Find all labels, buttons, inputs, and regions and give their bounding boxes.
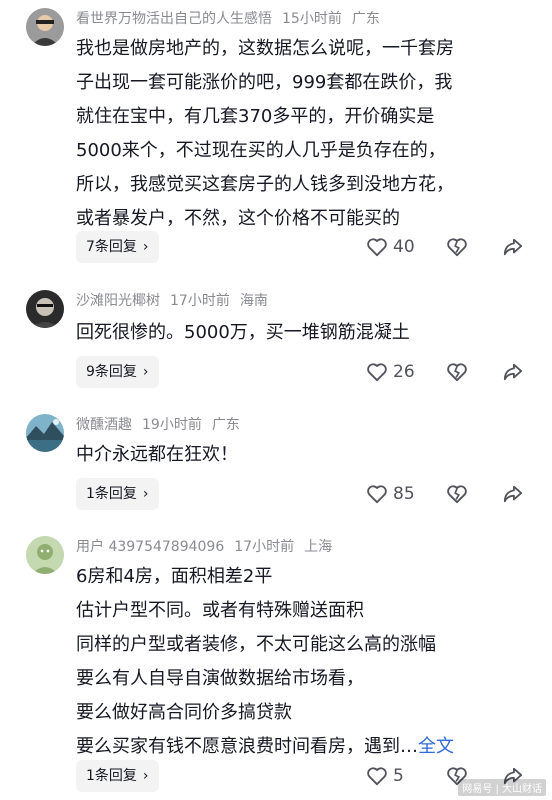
username[interactable]: 用户 4397547894096 <box>76 539 224 555</box>
comment-text: 回死很惨的。5000万，买一堆钢筋混凝土 <box>76 316 536 350</box>
comment-meta: 沙滩阳光椰树 17小时前 海南 <box>76 292 278 310</box>
replies-label: 9条回复 <box>86 364 137 380</box>
comment-line: 所以，我感觉买这套房子的人钱多到没地方花， <box>76 174 454 195</box>
chevron-right-icon: › <box>142 239 149 255</box>
comment-item: 用户 4397547894096 17小时前 上海 6房和4房，面积相差2平 估计户… <box>0 532 552 800</box>
heart-icon <box>367 238 387 257</box>
comment-line: 要么做好高合同价多搞贷款 <box>76 702 292 723</box>
comment-truncated-text: 要么买家有钱不愿意浪费时间看房，遇到… <box>76 736 418 757</box>
like-button[interactable]: 40 <box>366 231 415 263</box>
comment-line: 中介永远都在狂欢！ <box>76 444 238 465</box>
comment-item: 微醺酒趣 19小时前 广东 中介永远都在狂欢！ 1条回复 › 85 <box>0 406 552 532</box>
comment-actions: 26 <box>366 356 536 388</box>
like-button[interactable]: 5 <box>366 760 404 792</box>
comment-item: 看世界万物活出自己的人生感悟 15小时前 广东 我也是做房地产的，这数据怎么说呢，一… <box>0 0 552 278</box>
comment-actions: 85 <box>366 478 536 510</box>
username[interactable]: 看世界万物活出自己的人生感悟 <box>76 11 272 27</box>
view-replies-button[interactable]: 9条回复 › <box>76 356 159 388</box>
like-count: 85 <box>393 484 415 504</box>
comment-text: 6房和4房，面积相差2平 估计户型不同。或者有特殊赠送面积 同样的户型或者装修，… <box>76 560 536 764</box>
timestamp: 17小时前 <box>170 293 230 309</box>
comment-line: 就住在宝中，有几套370多平的，开价确实是 <box>76 106 435 127</box>
avatar[interactable] <box>26 414 64 452</box>
avatar[interactable] <box>26 536 64 574</box>
comment-item: 沙滩阳光椰树 17小时前 海南 回死很惨的。5000万，买一堆钢筋混凝土 9条回复 ›… <box>0 278 552 406</box>
heart-icon <box>367 485 387 504</box>
comment-line: 估计户型不同。或者有特殊赠送面积 <box>76 600 364 621</box>
location: 海南 <box>239 293 268 309</box>
heart-icon <box>367 767 387 786</box>
comment-line: 同样的户型或者装修，不太可能这么高的涨幅 <box>76 634 436 655</box>
comment-line: 要么有人自导自演做数据给市场看， <box>76 668 364 689</box>
replies-label: 1条回复 <box>86 768 137 784</box>
dislike-heart-icon <box>447 363 467 382</box>
chevron-right-icon: › <box>142 768 149 784</box>
avatar[interactable] <box>26 8 64 46</box>
dislike-heart-icon <box>447 485 467 504</box>
replies-label: 1条回复 <box>86 486 137 502</box>
share-button[interactable] <box>502 478 524 510</box>
like-count: 40 <box>393 237 415 257</box>
comment-line: 我也是做房地产的，这数据怎么说呢，一千套房 <box>76 38 454 59</box>
comment-line: 6房和4房，面积相差2平 <box>76 566 273 587</box>
comment-line: 要么买家有钱不愿意浪费时间看房，遇到…全文 <box>76 730 536 764</box>
location: 上海 <box>304 539 333 555</box>
timestamp: 19小时前 <box>142 417 202 433</box>
comment-line: 回死很惨的。5000万，买一堆钢筋混凝土 <box>76 322 410 343</box>
location: 广东 <box>211 417 240 433</box>
replies-label: 7条回复 <box>86 239 137 255</box>
view-replies-button[interactable]: 1条回复 › <box>76 760 159 792</box>
comment-meta: 看世界万物活出自己的人生感悟 15小时前 广东 <box>76 10 390 28</box>
dislike-button[interactable] <box>446 356 468 388</box>
comment-line: 子出现一套可能涨价的吧，999套都在跌价，我 <box>76 72 453 93</box>
share-icon <box>503 238 523 256</box>
chevron-right-icon: › <box>142 486 149 502</box>
share-button[interactable] <box>502 231 524 263</box>
comment-meta: 微醺酒趣 19小时前 广东 <box>76 416 250 434</box>
timestamp: 17小时前 <box>234 539 295 555</box>
share-button[interactable] <box>502 356 524 388</box>
share-icon <box>503 363 523 381</box>
comment-text: 中介永远都在狂欢！ <box>76 438 536 472</box>
dislike-button[interactable] <box>446 231 468 263</box>
like-button[interactable]: 26 <box>366 356 415 388</box>
comment-meta: 用户 4397547894096 17小时前 上海 <box>76 538 342 556</box>
like-count: 5 <box>393 766 404 786</box>
username[interactable]: 沙滩阳光椰树 <box>76 293 160 309</box>
username[interactable]: 微醺酒趣 <box>76 417 132 433</box>
comment-actions: 40 <box>366 231 536 263</box>
heart-icon <box>367 363 387 382</box>
comment-text: 我也是做房地产的，这数据怎么说呢，一千套房 子出现一套可能涨价的吧，999套都在… <box>76 32 536 236</box>
view-replies-button[interactable]: 7条回复 › <box>76 231 159 263</box>
chevron-right-icon: › <box>142 364 149 380</box>
watermark: 网易号 | 大山财话 <box>458 779 546 796</box>
like-count: 26 <box>393 362 415 382</box>
view-replies-button[interactable]: 1条回复 › <box>76 478 159 510</box>
full-text-link[interactable]: 全文 <box>418 736 454 757</box>
like-button[interactable]: 85 <box>366 478 415 510</box>
avatar[interactable] <box>26 290 64 328</box>
location: 广东 <box>351 11 380 27</box>
share-icon <box>503 485 523 503</box>
comment-line: 5000来个，不过现在买的人几乎是负存在的， <box>76 140 446 161</box>
timestamp: 15小时前 <box>282 11 342 27</box>
dislike-heart-icon <box>447 238 467 257</box>
dislike-button[interactable] <box>446 478 468 510</box>
